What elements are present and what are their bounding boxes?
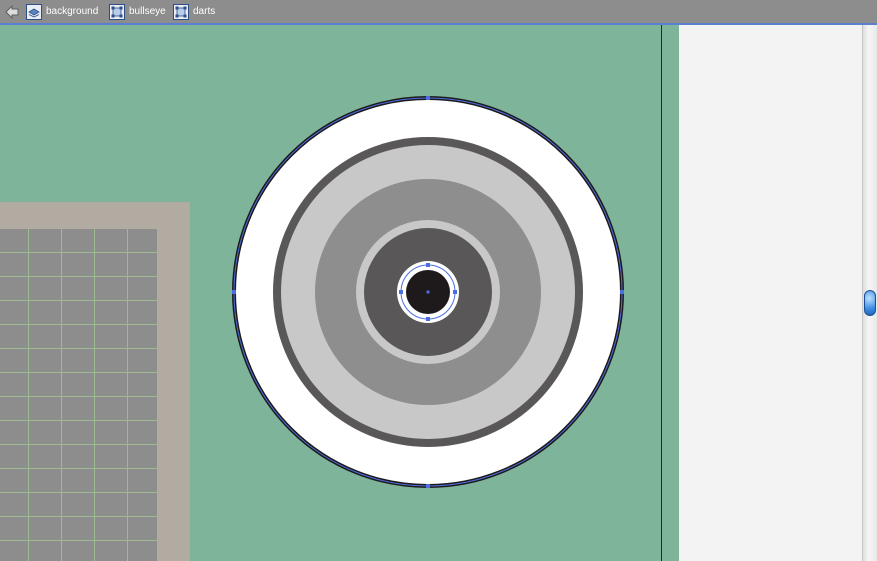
breadcrumb-bullseye[interactable]: bullseye — [109, 3, 166, 21]
scrollbar-thumb[interactable] — [864, 290, 876, 316]
anchor-point[interactable] — [232, 290, 236, 294]
anchor-point[interactable] — [426, 263, 430, 267]
grid-shape[interactable] — [0, 229, 157, 561]
center-point — [426, 290, 430, 294]
dartboard-group[interactable] — [228, 92, 628, 492]
anchor-point[interactable] — [426, 484, 430, 488]
anchor-point[interactable] — [399, 290, 403, 294]
back-arrow-icon[interactable] — [4, 4, 20, 20]
breadcrumb-label: bullseye — [129, 6, 166, 17]
group-icon — [173, 4, 189, 20]
layer-icon — [26, 4, 42, 20]
breadcrumb-background[interactable]: background — [26, 3, 98, 21]
breadcrumb-bar: background bullseye darts — [0, 0, 877, 25]
breadcrumb-darts[interactable]: darts — [173, 3, 215, 21]
anchor-point[interactable] — [453, 290, 457, 294]
pasteboard-area[interactable] — [679, 25, 862, 561]
breadcrumb-label: darts — [193, 6, 216, 17]
group-icon — [109, 4, 125, 20]
anchor-point[interactable] — [426, 96, 430, 100]
artboard-edge — [661, 25, 662, 561]
anchor-point[interactable] — [426, 317, 430, 321]
breadcrumb-label: background — [46, 6, 99, 17]
anchor-point[interactable] — [620, 290, 624, 294]
vertical-scrollbar[interactable] — [862, 25, 877, 561]
